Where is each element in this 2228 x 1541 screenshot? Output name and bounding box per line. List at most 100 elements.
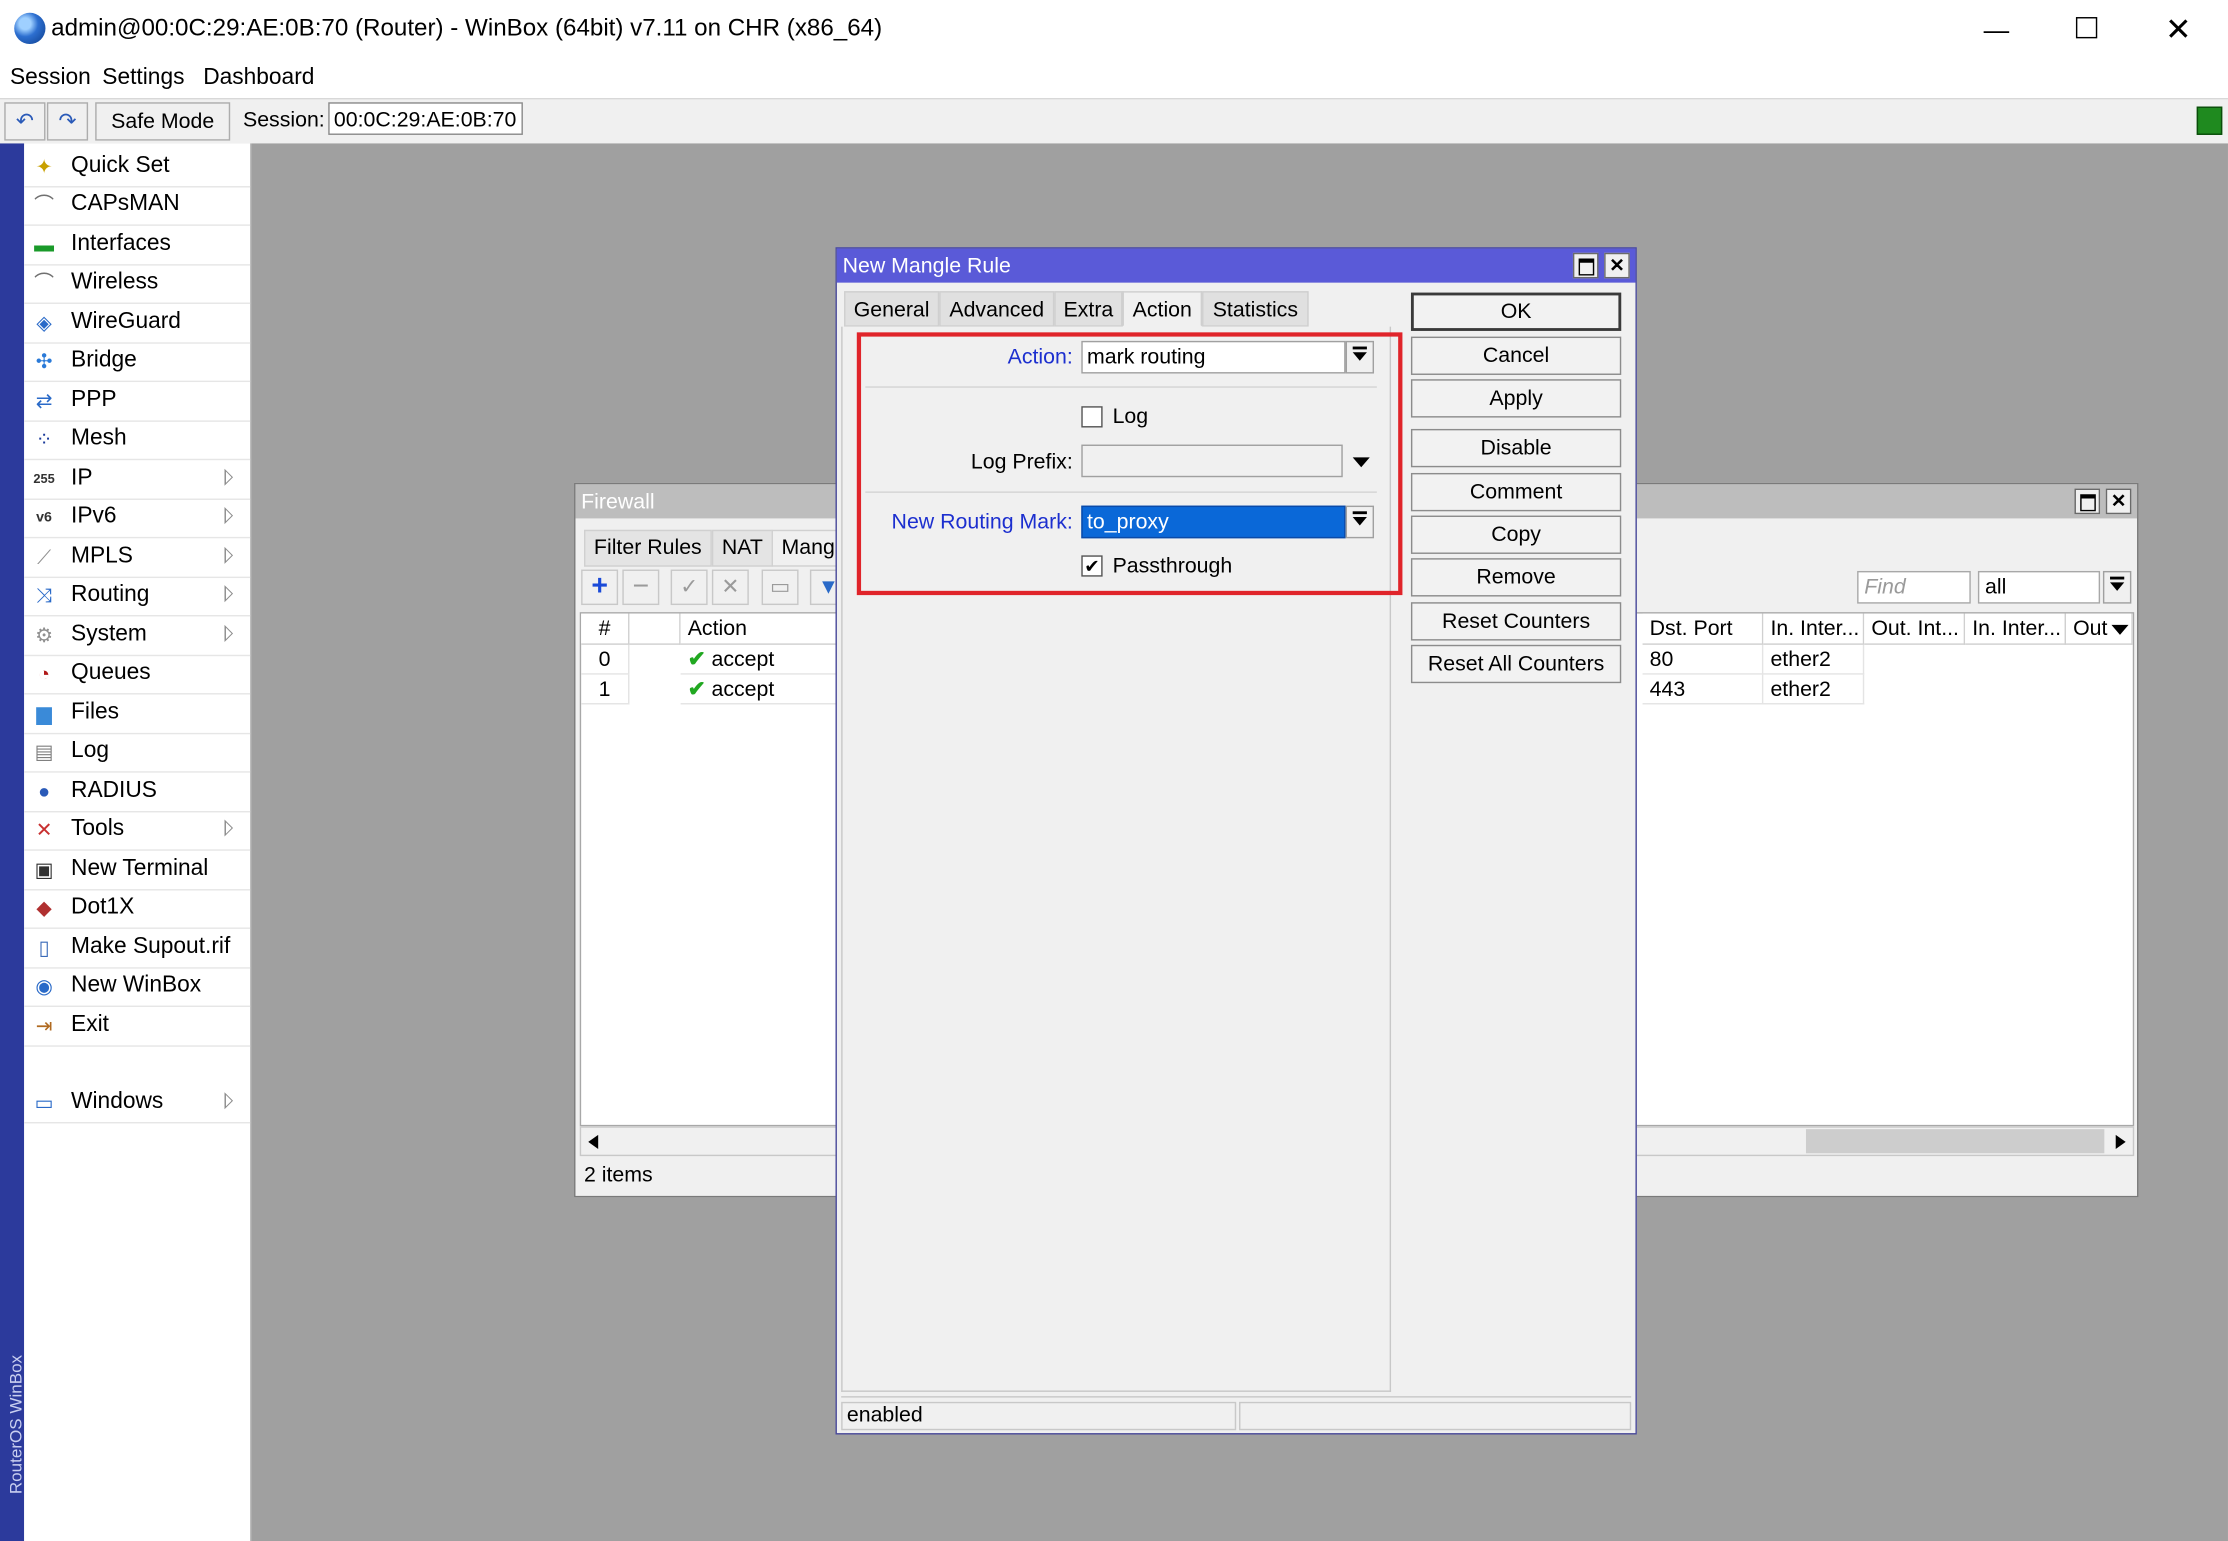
sidebar-item-ipv6[interactable]: v6 IPv6 — [24, 499, 251, 539]
find-input[interactable]: Find — [1857, 570, 1971, 604]
row-number: 0 — [581, 644, 630, 675]
filter-dropdown-button[interactable] — [2102, 570, 2132, 604]
sidebar-item-label: Windows — [71, 1089, 164, 1114]
safe-mode-button[interactable]: Safe Mode — [95, 102, 231, 141]
columns-menu-arrow-icon[interactable] — [2111, 624, 2129, 635]
tab-extra[interactable]: Extra — [1054, 291, 1123, 327]
firewall-close-button[interactable]: ✕ — [2105, 488, 2132, 515]
queues-icon: ◔ — [38, 661, 51, 685]
sidebar-item-wireguard[interactable]: ◈ WireGuard — [24, 304, 251, 344]
sidebar-item-ip[interactable]: 255 IP — [24, 460, 251, 500]
sidebar-item-log[interactable]: ▤ Log — [24, 733, 251, 773]
redo-button[interactable]: ↷ — [46, 102, 89, 141]
column-header-out-interface[interactable]: Out. Int... — [1864, 613, 1966, 645]
menu-settings[interactable]: Settings — [102, 65, 184, 91]
maximize-icon — [1577, 258, 1594, 276]
sidebar-item-interfaces[interactable]: ▬ Interfaces — [24, 226, 251, 266]
wand-icon: ✦ — [35, 154, 53, 178]
column-header-action[interactable]: Action — [680, 613, 845, 645]
dialog-close-button[interactable]: ✕ — [1604, 252, 1630, 279]
sidebar-item-label: CAPsMAN — [71, 191, 180, 216]
sidebar-item-ppp[interactable]: ⇄ PPP — [24, 382, 251, 422]
sidebar-item-new-winbox[interactable]: ◉ New WinBox — [24, 967, 251, 1007]
sidebar-item-bridge[interactable]: ✣ Bridge — [24, 342, 251, 383]
maximize-button[interactable] — [2053, 9, 2118, 52]
sidebar-item-files[interactable]: ▆ Files — [24, 695, 251, 735]
scrollbar-thumb[interactable] — [1805, 1129, 2105, 1154]
tab-advanced[interactable]: Advanced — [939, 291, 1055, 327]
tab-filter-rules[interactable]: Filter Rules — [583, 529, 712, 567]
reset-all-counters-button[interactable]: Reset All Counters — [1410, 644, 1622, 684]
antenna-icon: ⌒ — [34, 193, 54, 216]
rule-status: enabled — [841, 1401, 1237, 1431]
minimize-button[interactable]: — — [1964, 9, 2029, 52]
sidebar-item-queues[interactable]: ◔ Queues — [24, 655, 251, 695]
ok-button[interactable]: OK — [1410, 292, 1622, 331]
scroll-right-icon[interactable] — [2115, 1134, 2126, 1150]
undo-button[interactable]: ↶ — [4, 102, 46, 141]
enable-check-icon[interactable]: ✓ — [670, 569, 708, 606]
cancel-button[interactable]: Cancel — [1410, 336, 1622, 375]
bridge-icon: ✣ — [35, 349, 53, 373]
tab-action[interactable]: Action — [1122, 291, 1203, 327]
sidebar-item-label: New Terminal — [71, 856, 209, 881]
sidebar-item-label: Queues — [71, 660, 151, 685]
connection-status-indicator — [2196, 106, 2223, 135]
menu-dashboard[interactable]: Dashboard — [203, 65, 314, 91]
sidebar-item-mesh[interactable]: ⁘ Mesh — [24, 420, 251, 461]
comment-button[interactable]: Comment — [1410, 472, 1622, 512]
ppp-icon: ⇄ — [35, 389, 53, 412]
sidebar-item-label: IPv6 — [71, 504, 117, 529]
remove-button[interactable]: Remove — [1410, 558, 1622, 597]
scroll-left-icon[interactable] — [588, 1134, 599, 1150]
sidebar-item-mpls[interactable]: ⟋ MPLS — [24, 538, 251, 579]
sidebar-item-label: Mesh — [71, 426, 127, 451]
add-icon[interactable]: + — [581, 569, 619, 606]
sidebar-item-exit[interactable]: ⇥ Exit — [24, 1007, 251, 1047]
comment-icon[interactable]: ▭ — [761, 569, 799, 606]
remove-icon[interactable]: − — [622, 569, 660, 606]
disable-x-icon[interactable]: ✕ — [711, 569, 749, 606]
session-field[interactable]: 00:0C:29:AE:0B:70 — [328, 102, 523, 135]
column-header-in-interface-list[interactable]: In. Inter... — [1965, 613, 2066, 645]
sidebar-item-routing[interactable]: ⤨ Routing — [24, 577, 251, 617]
reset-counters-button[interactable]: Reset Counters — [1410, 602, 1622, 641]
tab-nat[interactable]: NAT — [711, 529, 773, 567]
copy-button[interactable]: Copy — [1410, 515, 1622, 554]
supout-icon: ▯ — [38, 935, 50, 959]
close-button[interactable]: ✕ — [2146, 9, 2211, 52]
apply-button[interactable]: Apply — [1410, 379, 1622, 418]
tab-statistics[interactable]: Statistics — [1202, 291, 1309, 327]
menu-session[interactable]: Session — [10, 65, 91, 91]
sidebar-item-new-terminal[interactable]: ▣ New Terminal — [24, 851, 251, 891]
column-header-number[interactable]: # — [581, 613, 630, 645]
sidebar-item-capsman[interactable]: ⌒ CAPsMAN — [24, 186, 251, 226]
filter-select[interactable]: all — [1977, 570, 2101, 604]
sidebar-item-tools[interactable]: ✕ Tools — [24, 811, 251, 851]
dialog-maximize-button[interactable] — [1572, 252, 1599, 279]
sidebar-item-system[interactable]: ⚙ System — [24, 616, 251, 657]
sidebar-item-label: RADIUS — [71, 778, 157, 803]
sidebar-item-label: Exit — [71, 1012, 109, 1037]
firewall-maximize-button[interactable] — [2074, 488, 2101, 515]
sidebar-item-radius[interactable]: ● RADIUS — [24, 773, 251, 813]
sidebar-item-dot1x[interactable]: ◆ Dot1X — [24, 889, 251, 929]
sidebar-item-make-supout-rif[interactable]: ▯ Make Supout.rif — [24, 929, 251, 969]
submenu-arrow-icon — [224, 546, 234, 564]
row-dst-port: 443 — [1642, 674, 1764, 705]
sidebar-item-wireless[interactable]: ⌒ Wireless — [24, 264, 251, 304]
tab-general[interactable]: General — [844, 291, 940, 327]
sidebar-item-quick-set[interactable]: ✦ Quick Set — [24, 148, 251, 188]
column-header-dst-port[interactable]: Dst. Port — [1642, 613, 1764, 645]
column-header-in-interface[interactable]: In. Inter... — [1763, 613, 1865, 645]
wireguard-icon: ◈ — [36, 311, 52, 334]
windows-icon: ▭ — [34, 1090, 54, 1114]
strip-brand-text: RouterOS WinBox — [5, 1354, 26, 1495]
sidebar-item-windows[interactable]: ▭ Windows — [24, 1084, 251, 1124]
column-header-flags[interactable] — [629, 613, 681, 645]
dialog-title-bar[interactable]: New Mangle Rule ✕ — [836, 248, 1636, 283]
disable-button[interactable]: Disable — [1410, 428, 1622, 468]
radius-icon: ● — [38, 779, 51, 803]
tab-mangle[interactable]: Mang — [771, 529, 845, 567]
interfaces-icon: ▬ — [34, 232, 54, 256]
